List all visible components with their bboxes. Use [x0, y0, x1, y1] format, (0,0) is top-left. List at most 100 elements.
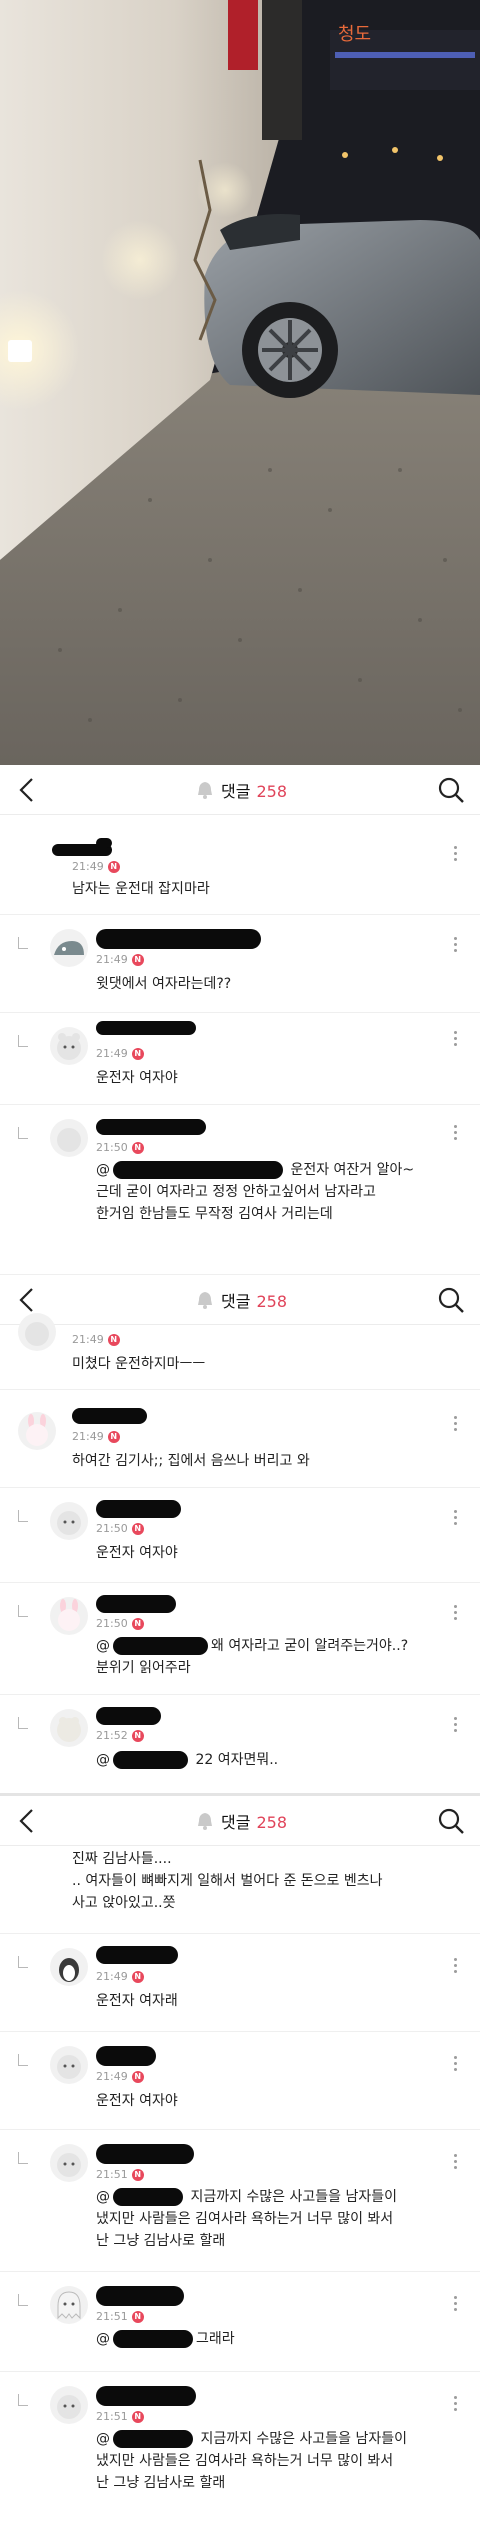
avatar — [50, 929, 88, 967]
reply-arrow-icon — [18, 1510, 28, 1522]
reply-item: 21:49 N 운전자 여자야 — [0, 2032, 480, 2130]
kebab-icon[interactable] — [454, 1717, 458, 1733]
kebab-icon[interactable] — [454, 846, 458, 862]
comment-text-line-1: @ 지금까지 수많은 사고들을 남자들이 — [96, 2188, 397, 2206]
comment-time: 21:49 N — [96, 953, 144, 966]
avatar — [50, 2386, 88, 2424]
avatar — [18, 1412, 56, 1450]
avatar — [50, 1709, 88, 1747]
reply-arrow-icon — [18, 2054, 28, 2066]
comment-time: 21:50 N — [96, 1617, 144, 1630]
comment-time: 21:49 N — [96, 2070, 144, 2083]
search-icon[interactable] — [436, 1285, 466, 1315]
nickname-redacted — [96, 1021, 196, 1035]
reply-item: 21:52 N @ 22 여자면뭐.. — [0, 1695, 480, 1795]
kebab-icon[interactable] — [454, 2154, 458, 2170]
nickname-redacted — [96, 1707, 161, 1725]
nickname-redacted-part — [96, 838, 112, 848]
nickname-redacted — [96, 1946, 178, 1964]
comment-text: 미쳤다 운전하지마ㅡㅡ — [72, 1356, 206, 1372]
reply-item: 21:51 N @ 그래라 — [0, 2272, 480, 2372]
search-icon[interactable] — [436, 1806, 466, 1836]
comment-time: 21:51 N — [96, 2168, 144, 2181]
mention-redacted — [113, 1161, 283, 1179]
nickname-redacted — [96, 1119, 206, 1135]
chevron-left-icon[interactable] — [14, 775, 40, 805]
kebab-icon[interactable] — [454, 1605, 458, 1621]
comment-time: 21:49 N — [72, 860, 120, 873]
comment-text: 운전자 여자야 — [96, 1545, 178, 1561]
comment-item: 21:49 N 미쳤다 운전하지마ㅡㅡ — [0, 1313, 480, 1390]
kebab-icon[interactable] — [454, 1510, 458, 1526]
avatar — [50, 2286, 88, 2324]
comment-header: 댓글 258 — [0, 1275, 480, 1325]
bell-icon — [198, 1813, 212, 1830]
comment-time: 21:52 N — [96, 1729, 144, 1742]
reply-arrow-icon — [18, 2294, 28, 2306]
avatar — [50, 2046, 88, 2084]
reply-item: 21:51 N @ 지금까지 수많은 사고들을 남자들이 냈지만 사람들은 김여사… — [0, 2130, 480, 2272]
kebab-icon[interactable] — [454, 2396, 458, 2412]
comment-item: 21:49 N 남자는 운전대 잡지마라 — [0, 820, 480, 915]
comment-count: 258 — [256, 1292, 287, 1311]
comment-text-line-3: 한거임 한남들도 무작정 김여사 거리는데 — [96, 1206, 333, 1222]
reply-arrow-icon — [18, 1605, 28, 1617]
comment-text-line-3: 난 그냥 김남사로 할래 — [96, 2475, 226, 2491]
comment-text-line-1: @ 운전자 여잔거 알아~ — [96, 1161, 415, 1179]
comment-time: 21:49 N — [72, 1430, 120, 1443]
kebab-icon[interactable] — [454, 1031, 458, 1047]
chevron-left-icon[interactable] — [14, 1285, 40, 1315]
comment-text-line-1: @ 그래라 — [96, 2330, 235, 2348]
reply-arrow-icon — [18, 2394, 28, 2406]
kebab-icon[interactable] — [454, 1958, 458, 1974]
reply-arrow-icon — [18, 2152, 28, 2164]
comment-text: 운전자 여자야 — [96, 1070, 178, 1086]
comment-item: 진짜 김남사들.... .. 여자들이 뼈빠지게 일해서 벌어다 준 돈으로 벤… — [0, 1846, 480, 1934]
mention-redacted — [113, 1637, 208, 1655]
nickname-redacted — [96, 2046, 156, 2066]
avatar — [18, 1313, 56, 1351]
comment-count: 258 — [256, 1813, 287, 1832]
comment-screen-1: 댓글 258 21:49 N 남자는 운전대 잡지마라 21:49 N 윗댓에서 여자… — [0, 765, 480, 1275]
avatar — [50, 2144, 88, 2182]
kebab-icon[interactable] — [454, 2296, 458, 2312]
reply-item: 21:49 N 운전자 여자야 — [0, 1013, 480, 1105]
comment-item: 21:49 N 하여간 김기사;; 집에서 음쓰나 버리고 와 — [0, 1390, 480, 1488]
reply-item: 21:50 N 운전자 여자야 — [0, 1488, 480, 1583]
reply-item: 21:51 N @ 지금까지 수많은 사고들을 남자들이 냈지만 사람들은 김여사… — [0, 2372, 480, 2522]
comment-text-line-3: 사고 앉아있고..쯧 — [72, 1895, 176, 1911]
comment-time: 21:50 N — [96, 1141, 144, 1154]
comment-time: 21:49 N — [72, 1333, 120, 1346]
kebab-icon[interactable] — [454, 2056, 458, 2072]
comment-time: 21:51 N — [96, 2410, 144, 2423]
kebab-icon[interactable] — [454, 1416, 458, 1432]
nickname-redacted — [96, 1595, 176, 1613]
comment-title: 댓글 258 — [221, 782, 287, 801]
comment-text: 윗댓에서 여자라는데?? — [96, 976, 232, 992]
reply-arrow-icon — [18, 937, 28, 949]
kebab-icon[interactable] — [454, 1125, 458, 1141]
comment-header: 댓글 258 — [0, 1796, 480, 1846]
reply-item: 21:49 N 윗댓에서 여자라는데?? — [0, 915, 480, 1013]
reply-item: 21:50 N @ 운전자 여잔거 알아~ 근데 굳이 여자라고 정정 안하고싶어… — [0, 1105, 480, 1275]
comment-time: 21:50 N — [96, 1522, 144, 1535]
comment-text: 하여간 김기사;; 집에서 음쓰나 버리고 와 — [72, 1453, 310, 1469]
kebab-icon[interactable] — [454, 937, 458, 953]
comment-text-line-2: 분위기 읽어주라 — [96, 1660, 191, 1676]
comment-text-line-2: .. 여자들이 뼈빠지게 일해서 벌어다 준 돈으로 벤츠나 — [72, 1873, 383, 1889]
comment-screen-3: 댓글 258 진짜 김남사들.... .. 여자들이 뼈빠지게 일해서 벌어다 준… — [0, 1796, 480, 2522]
avatar — [50, 1502, 88, 1540]
reply-arrow-icon — [18, 1035, 28, 1047]
bell-icon — [198, 782, 212, 799]
search-icon[interactable] — [436, 775, 466, 805]
reply-item: 21:49 N 운전자 여자래 — [0, 1934, 480, 2032]
bell-icon — [198, 1292, 212, 1309]
mention-redacted — [113, 2330, 193, 2348]
comment-time: 21:49 N — [96, 1970, 144, 1983]
comment-text-line-1: 진짜 김남사들.... — [72, 1851, 172, 1867]
chevron-left-icon[interactable] — [14, 1806, 40, 1836]
comment-text-line-2: 근데 굳이 여자라고 정정 안하고싶어서 남자라고 — [96, 1184, 376, 1200]
comment-text: 운전자 여자래 — [96, 1993, 178, 2009]
avatar — [50, 1948, 88, 1986]
news-photo: 청도 — [0, 0, 480, 765]
